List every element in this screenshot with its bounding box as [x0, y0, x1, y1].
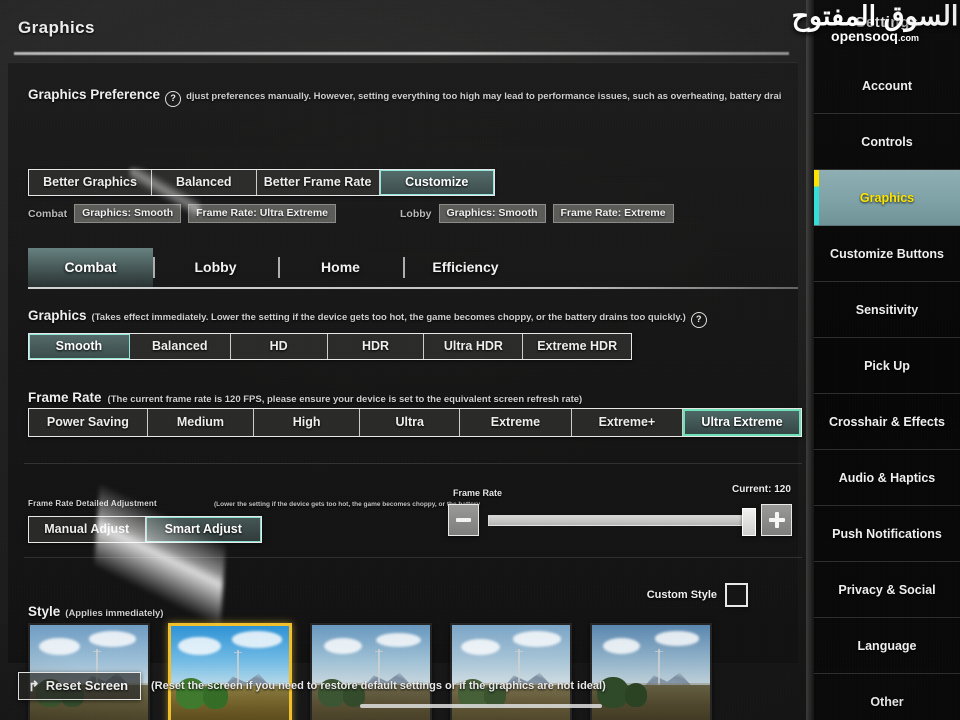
frame-rate-option-power-saving[interactable]: Power Saving [29, 409, 148, 436]
lobby-graphics-chip: Graphics: Smooth [438, 204, 546, 223]
question-mark-icon[interactable]: ? [690, 311, 707, 328]
style-header: Style (Applies immediately) [28, 604, 163, 619]
custom-style-toggle[interactable]: Custom Style [647, 583, 748, 607]
detailed-adjustment-label: Frame Rate Detailed Adjustment [28, 499, 157, 508]
title-bar: Graphics [0, 0, 800, 60]
smart-adjust-button[interactable]: Smart Adjust [145, 517, 261, 542]
graphics-option-ultra-hdr[interactable]: Ultra HDR [424, 334, 524, 359]
section-divider-bottom [24, 557, 802, 558]
graphics-preference-header: Graphics Preference ? djust preferences … [28, 87, 798, 107]
tab-efficiency[interactable]: Efficiency [403, 248, 528, 288]
custom-style-label: Custom Style [646, 589, 717, 601]
reset-screen-button[interactable]: ↰ Reset Screen [18, 672, 142, 700]
section-divider-top [24, 463, 802, 464]
graphics-option-hdr[interactable]: HDR [328, 334, 425, 359]
reset-screen-label: Reset Screen [45, 678, 129, 693]
frame-rate-option-extreme[interactable]: Extreme [460, 409, 572, 436]
frame-rate-slider[interactable] [448, 503, 792, 537]
frame-rate-option-ultra[interactable]: Ultra [360, 409, 461, 436]
settings-main-panel: Graphics Preference ? djust preferences … [8, 62, 802, 720]
sidebar-item-push-notifications[interactable]: Push Notifications [814, 506, 960, 562]
graphics-quality-header: Graphics (Takes effect immediately. Lowe… [28, 308, 707, 328]
sidebar-item-pick-up[interactable]: Pick Up [814, 338, 960, 394]
frame-rate-label: Frame Rate [28, 390, 102, 405]
sidebar-item-customize-buttons[interactable]: Customize Buttons [814, 226, 960, 282]
frame-rate-option-extreme-plus[interactable]: Extreme+ [572, 409, 684, 436]
graphics-option-smooth[interactable]: Smooth [29, 334, 130, 359]
slider-track[interactable] [488, 507, 756, 536]
tab-home[interactable]: Home [278, 248, 403, 288]
reset-screen-description: (Reset the screen if you need to restore… [151, 680, 606, 692]
graphics-quality-description: (Takes effect immediately. Lower the set… [91, 312, 686, 323]
sidebar-item-account[interactable]: Account [814, 58, 960, 114]
style-description: (Applies immediately) [65, 608, 164, 619]
sidebar-item-privacy-social[interactable]: Privacy & Social [814, 562, 960, 618]
slider-knob[interactable] [742, 507, 756, 536]
sidebar-item-other[interactable]: Other [814, 674, 960, 720]
preference-option-customize[interactable]: Customize [379, 170, 494, 195]
sidebar-item-list[interactable]: Account Controls Graphics Customize Butt… [814, 58, 960, 720]
graphics-option-extreme-hdr[interactable]: Extreme HDR [523, 334, 631, 359]
settings-tab-bar[interactable]: Combat Lobby Home Efficiency [28, 248, 528, 288]
tab-combat[interactable]: Combat [28, 248, 153, 288]
page-title: Graphics [18, 18, 95, 37]
detailed-adjustment-modes[interactable]: Manual Adjust Smart Adjust [28, 516, 262, 543]
sidebar-item-graphics[interactable]: Graphics [814, 170, 960, 226]
lobby-frame-rate-chip: Frame Rate: Extreme [552, 204, 674, 223]
tab-lobby[interactable]: Lobby [153, 248, 278, 288]
title-divider [14, 52, 789, 55]
combat-summary-label: Combat [28, 207, 68, 220]
settings-sidebar: Settings Account Controls Graphics Custo… [814, 0, 960, 720]
graphics-option-hd[interactable]: HD [231, 334, 328, 359]
frame-rate-description: (The current frame rate is 120 FPS, plea… [107, 394, 583, 405]
undo-icon: ↰ [28, 677, 40, 694]
sidebar-item-controls[interactable]: Controls [814, 114, 960, 170]
sidebar-item-language[interactable]: Language [814, 618, 960, 674]
frame-rate-header: Frame Rate (The current frame rate is 12… [28, 390, 582, 405]
tab-underline [28, 287, 798, 289]
detailed-adjustment-description: (Lower the setting if the device gets to… [214, 501, 481, 508]
graphics-preference-label: Graphics Preference [28, 87, 161, 102]
graphics-preference-description: djust preferences manually. However, set… [186, 91, 782, 102]
frame-rate-current-value: Current: 120 [732, 484, 791, 495]
preference-option-balanced[interactable]: Balanced [152, 170, 257, 195]
frame-rate-slider-title: Frame Rate [453, 488, 503, 498]
sidebar-title: Settings [855, 14, 919, 31]
sidebar-item-sensitivity[interactable]: Sensitivity [814, 282, 960, 338]
preference-option-better-frame-rate[interactable]: Better Frame Rate [257, 170, 380, 195]
frame-rate-options[interactable]: Power Saving Medium High Ultra Extreme E… [28, 408, 802, 437]
combat-frame-rate-chip: Frame Rate: Ultra Extreme [188, 204, 336, 223]
custom-style-checkbox[interactable] [725, 583, 748, 607]
graphics-quality-label: Graphics [28, 308, 87, 323]
sidebar-edge [806, 0, 814, 720]
manual-adjust-button[interactable]: Manual Adjust [29, 517, 146, 542]
pubg-graphics-settings-screen: Graphics Graphics Preference ? djust pre… [0, 0, 960, 720]
frame-rate-option-ultra-extreme[interactable]: Ultra Extreme [683, 409, 801, 436]
sidebar-item-audio-haptics[interactable]: Audio & Haptics [814, 450, 960, 506]
preference-summary-chips: Combat Graphics: Smooth Frame Rate: Ultr… [28, 204, 674, 223]
graphics-preference-options[interactable]: Better Graphics Balanced Better Frame Ra… [28, 169, 495, 196]
lobby-summary-label: Lobby [400, 207, 432, 220]
question-mark-icon[interactable]: ? [165, 90, 182, 107]
sidebar-item-crosshair-effects[interactable]: Crosshair & Effects [814, 394, 960, 450]
frame-rate-option-medium[interactable]: Medium [148, 409, 255, 436]
frame-rate-option-high[interactable]: High [254, 409, 361, 436]
style-label: Style [28, 604, 61, 619]
home-indicator [360, 704, 602, 708]
graphics-quality-options[interactable]: Smooth Balanced HD HDR Ultra HDR Extreme… [28, 333, 632, 360]
graphics-option-balanced[interactable]: Balanced [130, 334, 231, 359]
plus-icon[interactable] [761, 504, 792, 536]
minus-icon[interactable] [448, 504, 479, 536]
preference-option-better-graphics[interactable]: Better Graphics [29, 170, 153, 195]
combat-graphics-chip: Graphics: Smooth [74, 204, 182, 223]
